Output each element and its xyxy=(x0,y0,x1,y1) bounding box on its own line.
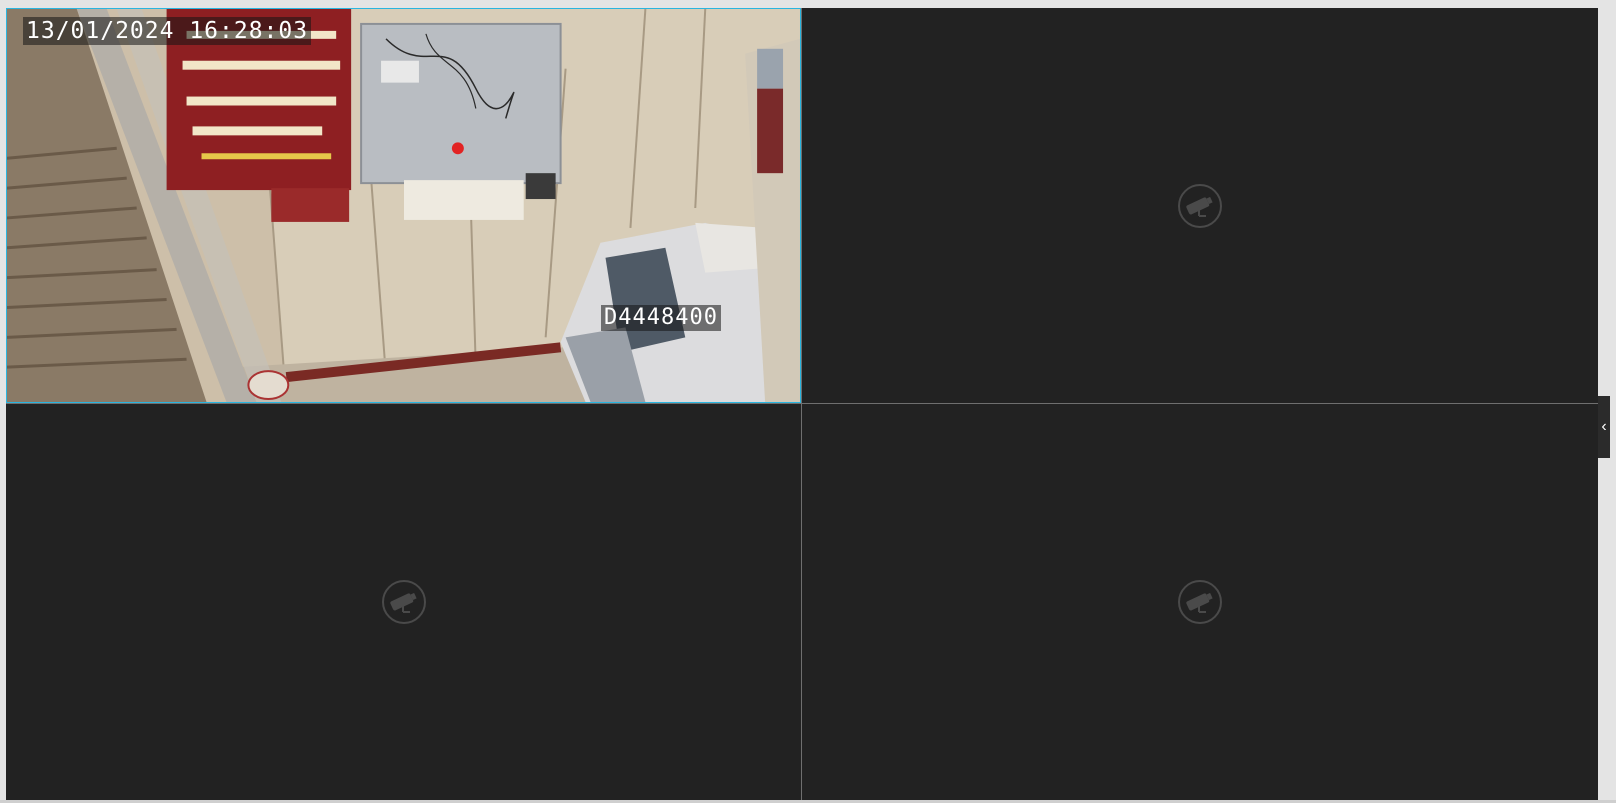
side-panel-toggle[interactable]: ‹ xyxy=(1598,396,1610,458)
feed-timestamp: 13/01/2024 16:28:03 xyxy=(23,17,312,45)
video-tile-4[interactable] xyxy=(802,404,1598,800)
cctv-camera-icon xyxy=(381,580,426,624)
camera-feed-image xyxy=(7,9,800,402)
video-grid: 13/01/2024 16:28:03 D4448400 xyxy=(6,8,1598,801)
cctv-camera-icon xyxy=(1178,580,1222,624)
video-tile-2[interactable] xyxy=(802,8,1598,403)
grid-divider-horizontal xyxy=(6,403,1598,404)
cctv-camera-icon xyxy=(1178,183,1222,228)
video-tile-1[interactable]: 13/01/2024 16:28:03 D4448400 xyxy=(6,8,801,403)
video-wall: 13/01/2024 16:28:03 D4448400 ‹ xyxy=(0,0,1616,803)
grid-divider-vertical xyxy=(801,8,802,800)
chevron-left-icon: ‹ xyxy=(1601,418,1607,435)
video-tile-3[interactable] xyxy=(6,404,801,800)
camera-label: D4448400 xyxy=(601,305,721,331)
